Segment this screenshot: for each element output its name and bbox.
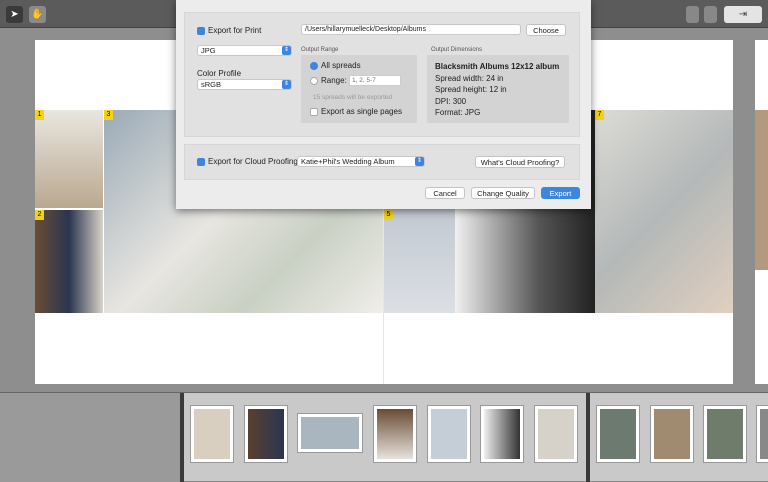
page-number: 7 bbox=[595, 110, 604, 120]
output-dimensions-label: Output Dimensions bbox=[431, 47, 483, 53]
cloud-proofing-checkbox[interactable]: Export for Cloud Proofing bbox=[197, 157, 298, 166]
thumbnail[interactable] bbox=[480, 405, 524, 463]
path-field[interactable]: /Users/hillarymuelleck/Desktop/Albums bbox=[301, 24, 521, 35]
output-range-label: Output Range bbox=[301, 47, 339, 53]
color-profile-value: sRGB bbox=[201, 80, 222, 89]
next-spread[interactable] bbox=[755, 40, 768, 384]
range-label: Range: bbox=[321, 76, 347, 85]
cloud-album-value: Katie+Phil's Wedding Album bbox=[301, 157, 395, 166]
whats-cloud-proofing-button[interactable]: What's Cloud Proofing? bbox=[475, 156, 565, 168]
format-select[interactable]: JPG ⇕ bbox=[197, 45, 292, 56]
photo-page-7[interactable]: 7 bbox=[595, 110, 733, 313]
dpi: DPI: 300 bbox=[435, 96, 467, 106]
photo-page-2[interactable]: 2 bbox=[35, 210, 103, 313]
spread-width: Spread width: 24 in bbox=[435, 73, 504, 83]
color-profile-select[interactable]: sRGB ⇕ bbox=[197, 79, 292, 90]
spread-height: Spread height: 12 in bbox=[435, 85, 507, 94]
thumbnail[interactable] bbox=[190, 405, 234, 463]
thumbnail[interactable] bbox=[297, 413, 363, 453]
thumbnail[interactable] bbox=[244, 405, 288, 463]
export-print-label: Export for Print bbox=[208, 26, 262, 35]
all-spreads-radio[interactable]: All spreads bbox=[310, 61, 361, 70]
thumbnail[interactable] bbox=[427, 405, 471, 463]
export-print-checkbox[interactable]: Export for Print bbox=[197, 26, 261, 35]
change-quality-button[interactable]: Change Quality bbox=[471, 187, 535, 199]
thumbnail[interactable] bbox=[703, 405, 747, 463]
arrow-pointer-icon[interactable]: ➤ bbox=[6, 6, 23, 23]
spreads-note: 15 spreads will be exported bbox=[313, 94, 393, 101]
thumbnail[interactable] bbox=[596, 405, 640, 463]
cloud-label: Export for Cloud Proofing bbox=[208, 157, 298, 166]
cloud-album-select[interactable]: Katie+Phil's Wedding Album ⇕ bbox=[297, 156, 425, 167]
export-icon[interactable]: ⇥ bbox=[724, 6, 762, 23]
hand-icon[interactable]: ✋ bbox=[29, 6, 46, 23]
export-button[interactable]: Export bbox=[541, 187, 580, 199]
chevron-updown-icon: ⇕ bbox=[415, 157, 424, 166]
page-number: 5 bbox=[384, 210, 393, 220]
chevron-updown-icon: ⇕ bbox=[282, 80, 291, 89]
page-number: 3 bbox=[104, 110, 113, 120]
photo-page-1[interactable]: 1 bbox=[35, 110, 103, 208]
thumbnail[interactable] bbox=[534, 405, 578, 463]
cloud-panel: Export for Cloud Proofing Katie+Phil's W… bbox=[184, 144, 580, 180]
output-dimensions-box: Blacksmith Albums 12x12 album Spread wid… bbox=[427, 55, 569, 123]
choose-button[interactable]: Choose bbox=[526, 24, 566, 36]
format: Format: JPG bbox=[435, 108, 481, 117]
range-input[interactable] bbox=[349, 75, 401, 86]
album-name: Blacksmith Albums 12x12 album bbox=[435, 62, 560, 71]
format-value: JPG bbox=[201, 46, 216, 55]
cancel-button[interactable]: Cancel bbox=[425, 187, 465, 199]
thumbnail[interactable] bbox=[650, 405, 694, 463]
export-dialog: Export for Print /Users/hillarymuelleck/… bbox=[176, 0, 591, 209]
range-radio[interactable]: Range: bbox=[310, 76, 347, 85]
chevron-updown-icon: ⇕ bbox=[282, 46, 291, 55]
output-range-box: All spreads Range: 15 spreads will be ex… bbox=[301, 55, 417, 123]
all-spreads-label: All spreads bbox=[321, 61, 361, 70]
single-pages-label: Export as single pages bbox=[321, 107, 402, 116]
thumbnail[interactable] bbox=[373, 405, 417, 463]
single-page-view-icon[interactable] bbox=[686, 6, 699, 23]
color-profile-label: Color Profile bbox=[197, 69, 242, 78]
page-number: 2 bbox=[35, 210, 44, 220]
page-number: 1 bbox=[35, 110, 44, 120]
filmstrip bbox=[0, 392, 768, 482]
spread-view-icon[interactable] bbox=[704, 6, 717, 23]
thumbnail[interactable] bbox=[756, 405, 768, 463]
single-pages-checkbox[interactable]: Export as single pages bbox=[310, 107, 402, 116]
print-panel: Export for Print /Users/hillarymuelleck/… bbox=[184, 12, 580, 137]
